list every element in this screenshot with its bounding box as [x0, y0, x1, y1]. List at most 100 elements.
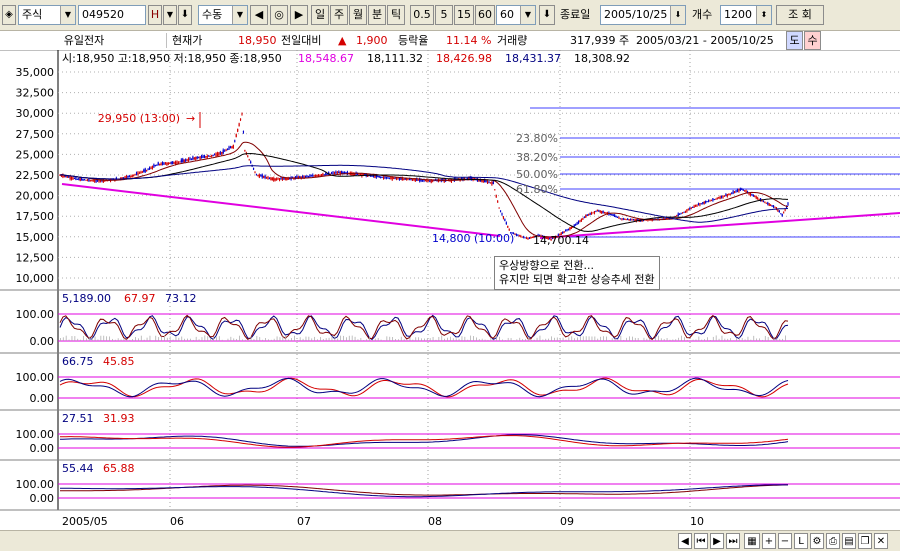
prev-icon[interactable]: ◀	[250, 5, 268, 25]
candle-body	[205, 156, 207, 158]
arrow-down-icon[interactable]: ⬇	[670, 6, 685, 24]
candle-body	[377, 175, 379, 178]
zoom-out-icon[interactable]: −	[778, 533, 792, 549]
candle-body	[702, 202, 704, 204]
chevron-down-icon[interactable]: ▼	[163, 5, 177, 25]
volume-bar	[213, 337, 214, 341]
candle-body	[703, 201, 705, 204]
volume-bar	[473, 336, 474, 341]
btn-su[interactable]: 수	[804, 31, 821, 50]
h-button[interactable]: H	[148, 5, 162, 25]
volume-bar	[568, 337, 570, 341]
interval-60-button[interactable]: 60	[475, 5, 495, 25]
volume-bar	[374, 338, 376, 341]
candle-body	[176, 161, 178, 165]
indicator-value: 45.85	[103, 355, 135, 368]
settings-icon[interactable]: ⚙	[810, 533, 824, 549]
candle-body	[302, 175, 304, 179]
indicator-tick-label: 0.00	[30, 392, 55, 405]
end-date-input[interactable]: 2005/10/25 ⬇	[600, 5, 686, 25]
y-tick-label: 20,000	[16, 190, 55, 203]
copy-icon[interactable]: ❐	[858, 533, 872, 549]
count-input[interactable]: 1200 ⬍	[720, 5, 772, 25]
period-minute-button[interactable]: 분	[368, 5, 386, 25]
close-icon[interactable]: ✕	[874, 533, 888, 549]
volume-bar	[516, 339, 518, 341]
candle-body	[180, 159, 182, 163]
zoom-in-icon[interactable]: +	[762, 533, 776, 549]
period-month-button[interactable]: 월	[349, 5, 367, 25]
layout-icon[interactable]: L	[794, 533, 808, 549]
candle-body	[569, 227, 571, 230]
candle-body	[219, 152, 221, 154]
btn-do[interactable]: 도	[786, 31, 803, 50]
volume-bar	[458, 338, 460, 341]
candle-body	[203, 155, 206, 158]
indicator-tick-label: 0.00	[30, 442, 55, 455]
candle-body	[566, 229, 568, 231]
query-button[interactable]: 조 회	[776, 5, 824, 25]
volume-bar	[114, 339, 116, 341]
volume-bar	[649, 338, 651, 341]
scroll-first-icon[interactable]: ⏮	[694, 533, 708, 549]
market-type-select[interactable]: 주식 ▼	[18, 5, 76, 25]
candle-body	[700, 203, 702, 205]
price-chart[interactable]: 2005/05 06 07 08 09 10 35,000 32,500 30,000 27,50…	[0, 50, 900, 530]
print-icon[interactable]: ⎙	[826, 533, 840, 549]
mode-value: 수동	[202, 8, 223, 21]
candle-body	[628, 219, 630, 221]
grid-icon[interactable]: ▦	[744, 533, 760, 549]
volume-bar	[600, 336, 602, 341]
chevron-down-icon[interactable]: ▼	[60, 6, 75, 24]
interval-15-button[interactable]: 15	[454, 5, 474, 25]
candle-body	[427, 180, 429, 182]
scroll-last-icon[interactable]: ⏭	[726, 533, 740, 549]
volume-bar	[684, 337, 685, 341]
chevron-down-icon[interactable]: ▼	[232, 6, 247, 24]
candle-body	[735, 190, 737, 192]
candle-body	[609, 213, 611, 215]
interval-select[interactable]: 60 ▼	[496, 5, 536, 25]
target-icon[interactable]: ◎	[270, 5, 288, 25]
interval-5-button[interactable]: 5	[435, 5, 453, 25]
candle-body	[751, 193, 753, 196]
volume-bar	[71, 336, 73, 341]
arrow-down-icon[interactable]: ⬇	[539, 5, 555, 25]
period-day-button[interactable]: 일	[311, 5, 329, 25]
chevron-down-icon[interactable]: ▼	[520, 6, 535, 24]
volume-bar	[663, 339, 665, 341]
date-range: 2005/03/21 - 2005/10/25	[636, 34, 774, 47]
scroll-play-icon[interactable]: ▶	[710, 533, 724, 549]
volume-bar	[175, 335, 177, 341]
candle-body	[338, 171, 340, 174]
arrow-down-icon[interactable]: ⬇	[178, 5, 192, 25]
diamond-arrow-icon[interactable]: ◈	[2, 5, 16, 25]
volume-bar	[415, 337, 417, 341]
spinner-icon[interactable]: ⬍	[756, 6, 771, 24]
period-week-button[interactable]: 주	[330, 5, 348, 25]
ma-value: 18,111.32	[367, 52, 423, 65]
candle-body	[94, 180, 96, 182]
volume-bar	[461, 336, 463, 341]
volume-bar	[556, 337, 558, 341]
save-icon[interactable]: ▤	[842, 533, 856, 549]
volume-bar	[779, 338, 781, 341]
next-icon[interactable]: ▶	[290, 5, 308, 25]
candle-body	[596, 209, 598, 212]
candle-body	[429, 180, 431, 182]
volume-bar	[60, 338, 61, 341]
volume-bar	[331, 336, 333, 341]
volume-bar	[317, 339, 318, 341]
interval-0-5-button[interactable]: 0.5	[410, 5, 434, 25]
volume-bar	[334, 336, 336, 341]
mode-select[interactable]: 수동 ▼	[198, 5, 248, 25]
candle-body	[599, 210, 601, 213]
volume-bar	[750, 339, 752, 341]
period-tick-button[interactable]: 틱	[387, 5, 405, 25]
stock-code-input[interactable]: 049520	[78, 5, 146, 25]
volume-bar	[617, 339, 619, 341]
scroll-left-icon[interactable]: ◀	[678, 533, 692, 549]
candle-body	[744, 190, 746, 192]
candle-body	[501, 213, 503, 215]
candle-body	[407, 179, 409, 181]
